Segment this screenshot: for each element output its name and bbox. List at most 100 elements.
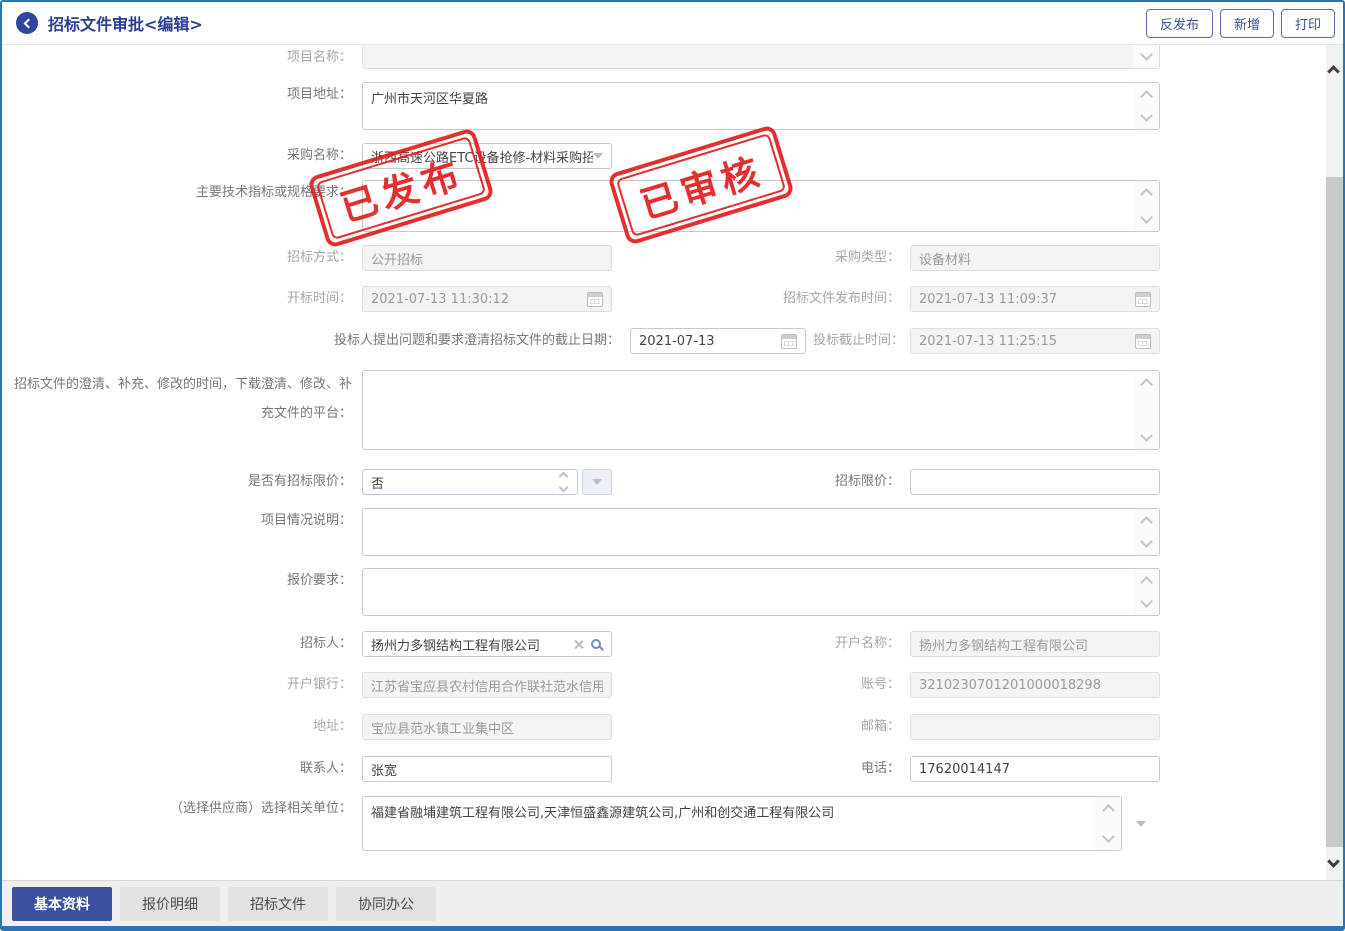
row-address: 地址： 宝应县范水镇工业集中区 邮箱： bbox=[2, 714, 1302, 740]
address-field: 宝应县范水镇工业集中区 bbox=[362, 714, 612, 740]
clarify-platform-textarea[interactable] bbox=[363, 371, 1133, 449]
bid-method-value: 公开招标 bbox=[371, 249, 603, 268]
scroll-up-icon bbox=[1140, 516, 1153, 529]
chevron-left-icon bbox=[24, 18, 34, 28]
calendar-icon bbox=[1135, 292, 1151, 307]
bid-deadline-value: 2021-07-13 11:25:15 bbox=[919, 334, 1135, 349]
tab-collaboration[interactable]: 协同办公 bbox=[336, 887, 436, 921]
email-field bbox=[910, 714, 1160, 740]
tab-quote-details[interactable]: 报价明细 bbox=[120, 887, 220, 921]
project-address-field[interactable] bbox=[362, 82, 1160, 130]
quote-requirements-textarea[interactable] bbox=[363, 569, 1133, 615]
row-tenderer: 招标人： 开户名称： 扬州力多钢结构工程有限公司 bbox=[2, 631, 1302, 657]
tenderer-input[interactable] bbox=[371, 633, 569, 655]
spinner-up-down-icon[interactable] bbox=[550, 473, 577, 491]
scroll-down-icon bbox=[1140, 48, 1153, 61]
textarea-scroll-buttons[interactable] bbox=[1133, 83, 1159, 129]
tenderer-label: 招标人： bbox=[2, 631, 362, 657]
scrollbar-down-arrow[interactable] bbox=[1327, 855, 1340, 868]
has-price-limit-value: 否 bbox=[371, 473, 550, 492]
address-value: 宝应县范水镇工业集中区 bbox=[371, 718, 603, 737]
back-button[interactable] bbox=[16, 12, 38, 34]
unpublish-button[interactable]: 反发布 bbox=[1146, 9, 1213, 38]
caret-down-icon bbox=[1136, 821, 1146, 827]
scroll-down-icon bbox=[1140, 595, 1153, 608]
tab-tender-documents[interactable]: 招标文件 bbox=[228, 887, 328, 921]
textarea-scroll-buttons[interactable] bbox=[1095, 797, 1121, 850]
phone-field[interactable] bbox=[910, 756, 1160, 782]
bank-field: 江苏省宝应县农村信用合作联社范水信用社 bbox=[362, 672, 612, 698]
project-name-textarea bbox=[363, 45, 1133, 68]
scroll-up-icon bbox=[1140, 576, 1153, 589]
related-units-label: （选择供应商）选择相关单位： bbox=[2, 796, 362, 822]
project-description-label: 项目情况说明： bbox=[2, 508, 362, 534]
bid-method-label: 招标方式： bbox=[2, 245, 362, 271]
contact-input[interactable] bbox=[371, 758, 603, 780]
row-quote-requirements: 报价要求： bbox=[2, 568, 1302, 616]
clarify-deadline-field[interactable]: 2021-07-13 bbox=[630, 328, 806, 354]
row-related-units: （选择供应商）选择相关单位： bbox=[2, 796, 1302, 851]
bid-open-time-value: 2021-07-13 11:30:12 bbox=[371, 292, 587, 307]
textarea-scroll-buttons[interactable] bbox=[1133, 509, 1159, 555]
account-number-value: 3210230701201000018298 bbox=[919, 678, 1151, 693]
project-address-textarea[interactable] bbox=[363, 83, 1133, 129]
bid-method-field: 公开招标 bbox=[362, 245, 612, 271]
doc-publish-time-field: 2021-07-13 11:09:37 bbox=[910, 286, 1160, 312]
scrollbar-up-arrow[interactable] bbox=[1327, 65, 1340, 78]
print-button[interactable]: 打印 bbox=[1281, 9, 1335, 38]
row-bid-open-time: 开标时间： 2021-07-13 11:30:12 招标文件发布时间： 2021… bbox=[2, 286, 1302, 312]
bid-open-time-field: 2021-07-13 11:30:12 bbox=[362, 286, 612, 312]
has-price-limit-label: 是否有招标限价： bbox=[2, 469, 362, 495]
bid-deadline-label: 投标截止时间： bbox=[806, 328, 910, 354]
clarify-platform-field[interactable] bbox=[362, 370, 1160, 450]
row-bid-method: 招标方式： 公开招标 采购类型： 设备材料 bbox=[2, 245, 1302, 271]
tenderer-field[interactable] bbox=[362, 631, 612, 657]
header-actions: 反发布 新增 打印 bbox=[1146, 9, 1335, 38]
price-limit-field[interactable] bbox=[910, 469, 1160, 495]
tender-approval-window: 招标文件审批<编辑> 反发布 新增 打印 项目名称： bbox=[0, 0, 1345, 931]
contact-field[interactable] bbox=[362, 756, 612, 782]
procurement-type-label: 采购类型： bbox=[612, 245, 910, 271]
add-new-button[interactable]: 新增 bbox=[1220, 9, 1274, 38]
textarea-scroll-buttons[interactable] bbox=[1133, 181, 1159, 231]
project-address-label: 项目地址： bbox=[2, 82, 362, 108]
project-description-textarea[interactable] bbox=[363, 509, 1133, 555]
quote-requirements-field[interactable] bbox=[362, 568, 1160, 616]
project-description-field[interactable] bbox=[362, 508, 1160, 556]
header-bar: 招标文件审批<编辑> 反发布 新增 打印 bbox=[2, 2, 1343, 45]
scrollbar-thumb[interactable] bbox=[1326, 177, 1343, 847]
price-limit-input[interactable] bbox=[919, 471, 1151, 493]
scroll-down-icon bbox=[1102, 830, 1115, 843]
textarea-scroll-buttons[interactable] bbox=[1133, 371, 1159, 449]
project-name-field bbox=[362, 45, 1160, 69]
related-units-textarea[interactable] bbox=[363, 797, 1095, 850]
account-name-label: 开户名称： bbox=[612, 631, 910, 657]
textarea-scroll-buttons[interactable] bbox=[1133, 45, 1159, 68]
has-price-limit-field[interactable]: 否 bbox=[362, 469, 578, 495]
quote-requirements-label: 报价要求： bbox=[2, 568, 362, 594]
scroll-up-icon bbox=[1140, 378, 1153, 391]
procurement-name-label: 采购名称： bbox=[2, 143, 362, 169]
vertical-scrollbar[interactable] bbox=[1326, 45, 1343, 880]
scroll-down-icon bbox=[1140, 429, 1153, 442]
clarify-deadline-label: 投标人提出问题和要求澄清招标文件的截止日期： bbox=[2, 328, 630, 354]
project-name-label: 项目名称： bbox=[2, 45, 362, 69]
magnifier-icon[interactable] bbox=[591, 639, 601, 649]
x-clear-icon[interactable] bbox=[573, 639, 584, 650]
row-contact: 联系人： 电话： bbox=[2, 756, 1302, 782]
scroll-up-icon bbox=[1140, 90, 1153, 103]
account-name-field: 扬州力多钢结构工程有限公司 bbox=[910, 631, 1160, 657]
related-units-dropdown-button[interactable] bbox=[1122, 796, 1160, 851]
has-price-limit-dropdown-button[interactable] bbox=[582, 469, 612, 495]
scroll-down-icon bbox=[1140, 535, 1153, 548]
related-units-field[interactable] bbox=[362, 796, 1122, 851]
calendar-icon[interactable] bbox=[781, 334, 797, 349]
tab-basic-info[interactable]: 基本资料 bbox=[12, 887, 112, 921]
email-label: 邮箱： bbox=[612, 714, 910, 740]
textarea-scroll-buttons[interactable] bbox=[1133, 569, 1159, 615]
price-limit-label: 招标限价： bbox=[612, 469, 910, 495]
phone-input[interactable] bbox=[919, 758, 1151, 780]
account-number-field: 3210230701201000018298 bbox=[910, 672, 1160, 698]
calendar-icon bbox=[1135, 334, 1151, 349]
bank-label: 开户银行： bbox=[2, 672, 362, 698]
